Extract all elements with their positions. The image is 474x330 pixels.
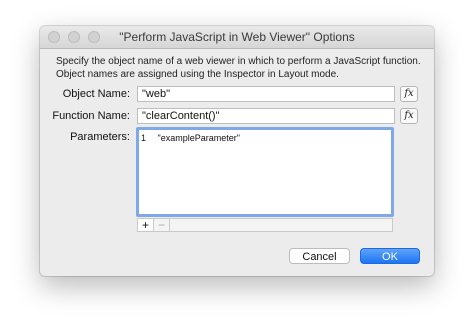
function-name-field[interactable]: "clearContent()": [137, 108, 395, 124]
function-name-label: Function Name:: [52, 110, 130, 122]
window-title: "Perform JavaScript in Web Viewer" Optio…: [119, 30, 355, 44]
parameters-list[interactable]: 1 "exampleParameter": [136, 127, 394, 217]
object-name-field[interactable]: "web": [137, 86, 395, 102]
function-icon: fx: [404, 88, 414, 99]
remove-parameter-button[interactable]: −: [154, 219, 170, 231]
ok-button[interactable]: OK: [360, 248, 420, 264]
options-dialog: "Perform JavaScript in Web Viewer" Optio…: [40, 26, 434, 276]
add-parameter-button[interactable]: +: [138, 219, 154, 231]
parameters-label: Parameters:: [70, 131, 130, 143]
cancel-button[interactable]: Cancel: [289, 248, 350, 264]
function-icon: fx: [404, 110, 414, 121]
function-name-calculation-button[interactable]: fx: [400, 108, 418, 124]
object-name-label: Object Name:: [62, 88, 130, 100]
parameters-toolbar: + −: [137, 218, 393, 232]
parameter-number: 1: [141, 133, 147, 143]
dialog-description: Specify the object name of a web viewer …: [56, 56, 421, 80]
title-bar: "Perform JavaScript in Web Viewer" Optio…: [40, 26, 434, 49]
object-name-calculation-button[interactable]: fx: [400, 86, 418, 102]
parameter-row[interactable]: 1 "exampleParameter": [141, 133, 240, 143]
parameter-value: "exampleParameter": [157, 133, 240, 143]
